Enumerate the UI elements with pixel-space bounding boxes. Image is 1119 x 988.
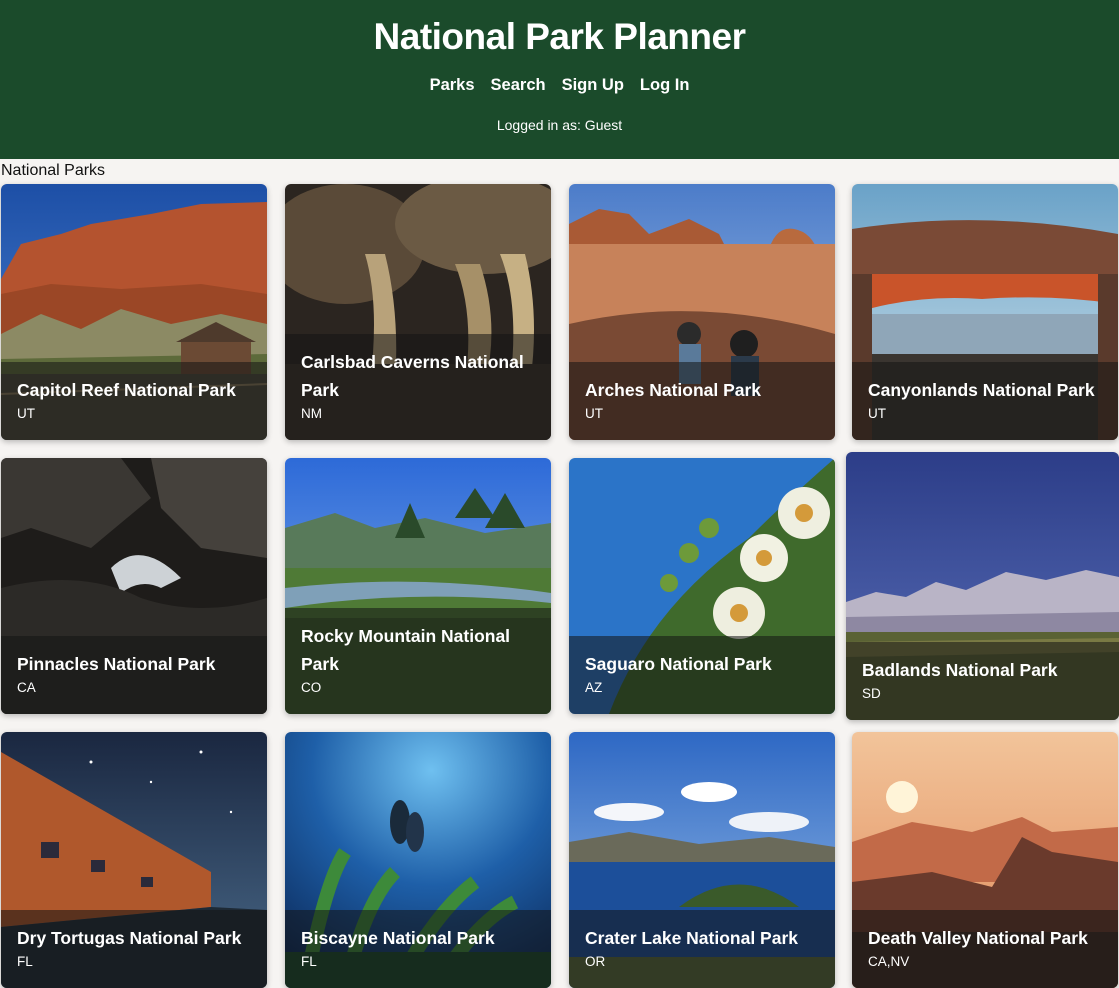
park-state: UT xyxy=(17,406,35,421)
park-state: SD xyxy=(862,686,881,701)
park-card-canyonlands[interactable]: Canyonlands National Park UT xyxy=(852,184,1118,440)
park-name: Biscayne National Park xyxy=(301,928,495,948)
park-card-arches[interactable]: Arches National Park UT xyxy=(569,184,835,440)
park-card-rocky-mountain[interactable]: Rocky Mountain National Park CO xyxy=(285,458,551,714)
park-card-biscayne[interactable]: Biscayne National Park FL xyxy=(285,732,551,988)
park-state: FL xyxy=(17,954,33,969)
nav-login-link[interactable]: Log In xyxy=(640,76,689,95)
park-state: OR xyxy=(585,954,606,969)
park-card-saguaro[interactable]: Saguaro National Park AZ xyxy=(569,458,835,714)
park-state: AZ xyxy=(585,680,603,695)
park-name: Capitol Reef National Park xyxy=(17,380,236,400)
site-header: National Park Planner Parks Search Sign … xyxy=(0,0,1119,159)
park-card-dry-tortugas[interactable]: Dry Tortugas National Park FL xyxy=(1,732,267,988)
park-card-pinnacles[interactable]: Pinnacles National Park CA xyxy=(1,458,267,714)
nav-parks-link[interactable]: Parks xyxy=(430,76,475,95)
park-state: CA xyxy=(17,680,36,695)
park-card-capitol-reef[interactable]: Capitol Reef National Park UT xyxy=(1,184,267,440)
park-state: CA,NV xyxy=(868,954,910,969)
park-card-badlands[interactable]: Badlands National Park SD xyxy=(846,452,1119,720)
park-name: Pinnacles National Park xyxy=(17,654,216,674)
login-status: Logged in as: Guest xyxy=(496,117,623,133)
park-name: Arches National Park xyxy=(585,380,762,400)
nav-signup-link[interactable]: Sign Up xyxy=(562,76,624,95)
park-state: FL xyxy=(301,954,317,969)
park-state: CO xyxy=(301,680,322,695)
park-card-overlay: Rocky Mountain National Park CO xyxy=(285,608,551,714)
park-card-overlay: Carlsbad Caverns National Park NM xyxy=(285,334,551,440)
park-name: Dry Tortugas National Park xyxy=(17,928,242,948)
nav-search-link[interactable]: Search xyxy=(491,76,546,95)
park-name: Saguaro National Park xyxy=(585,654,772,674)
park-card-overlay: Dry Tortugas National Park FL xyxy=(1,910,267,988)
park-state: UT xyxy=(585,406,603,421)
park-state: NM xyxy=(301,406,322,421)
site-title: National Park Planner xyxy=(373,16,746,57)
park-card-overlay: Death Valley National Park CA,NV xyxy=(852,910,1118,988)
park-name: Death Valley National Park xyxy=(868,928,1088,948)
park-name: Badlands National Park xyxy=(862,660,1058,680)
park-card-death-valley[interactable]: Death Valley National Park CA,NV xyxy=(852,732,1118,988)
park-card-overlay: Crater Lake National Park OR xyxy=(569,910,835,988)
page-heading: National Parks xyxy=(1,162,106,179)
park-card-carlsbad-caverns[interactable]: Carlsbad Caverns National Park NM xyxy=(285,184,551,440)
park-name: Canyonlands National Park xyxy=(868,380,1095,400)
park-card-overlay: Capitol Reef National Park UT xyxy=(1,362,267,440)
park-card-overlay: Biscayne National Park FL xyxy=(285,910,551,988)
park-card-overlay: Arches National Park UT xyxy=(569,362,835,440)
main-nav: Parks Search Sign Up Log In xyxy=(0,76,1119,95)
park-name: Crater Lake National Park xyxy=(585,928,799,948)
park-card-overlay: Badlands National Park SD xyxy=(846,642,1119,720)
park-card-overlay: Pinnacles National Park CA xyxy=(1,636,267,714)
park-card-overlay: Canyonlands National Park UT xyxy=(852,362,1118,440)
park-card-overlay: Saguaro National Park AZ xyxy=(569,636,835,714)
park-state: UT xyxy=(868,406,886,421)
park-name: Carlsbad Caverns National Park xyxy=(301,352,524,400)
park-name: Rocky Mountain National Park xyxy=(301,626,511,674)
park-card-crater-lake[interactable]: Crater Lake National Park OR xyxy=(569,732,835,988)
